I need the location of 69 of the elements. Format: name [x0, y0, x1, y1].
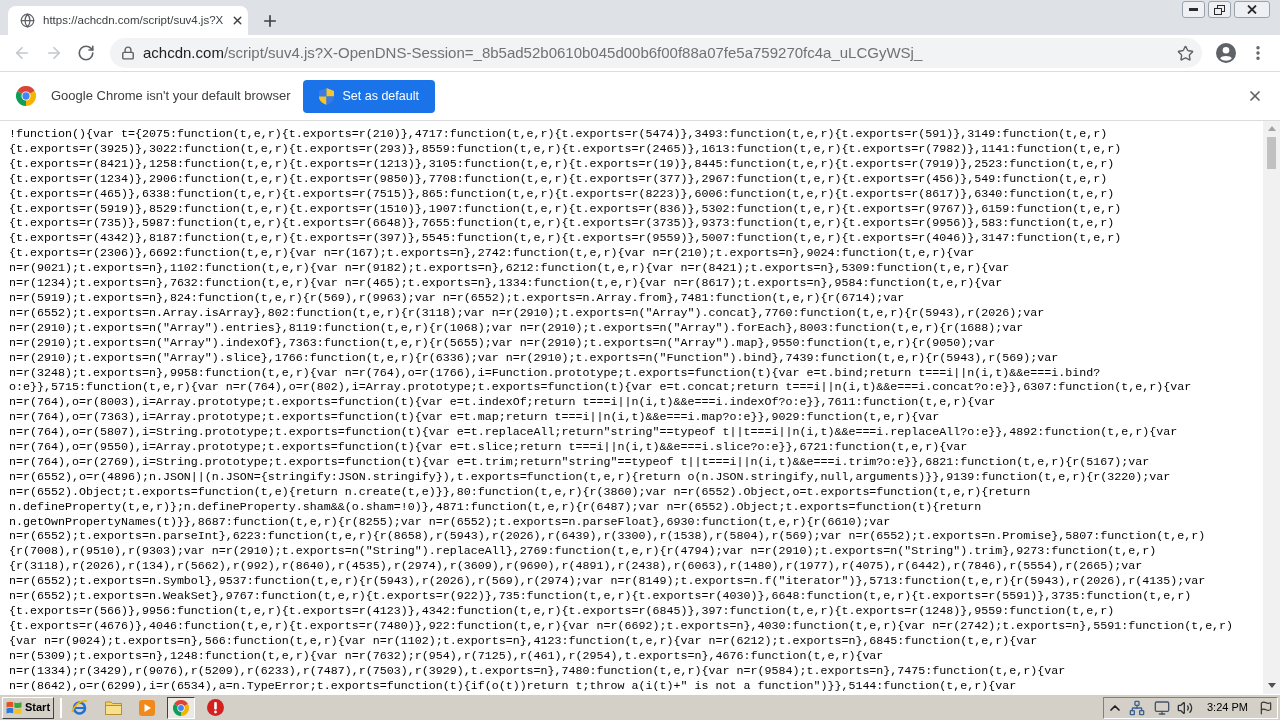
code-line: n=r(6552).Object;t.exports=function(t,e){return n.create(t,e)}},80:function(t,e,r){r(3860);var n=r(6552).Object,o=t.exports=function(t,e,r){return	[9, 484, 1031, 500]
code-line: n=r(5309);t.exports=n},1248:function(t,e,r){var n=r(7632);r(954),r(7125),r(461),r(2954),t.exports=n},4676:function(t,e,r){var	[9, 648, 884, 664]
network-icon[interactable]	[1129, 699, 1145, 716]
code-line: n=r(9021);t.exports=n},1102:function(t,e,r){var n=r(9182);t.exports=n},6212:function(t,e,r){var n=r(8421);t.exports=n},5309:function(t,e,r){var	[9, 261, 1010, 277]
minimize-button[interactable]	[1182, 1, 1205, 18]
code-line: n=r(764),o=r(8003),i=Array.prototype;t.exports=function(t){var e=t.indexOf;return t===i||n(i,t)&&e===i.indexOf?o:e}},7611:function(t,e,r){var	[9, 395, 996, 411]
code-line: {t.exports=r(2306)},6692:function(t,e,r){var n=r(167);t.exports=n},2742:function(t,e,r){var n=r(210);t.exports=n},9024:function(t,e,r){var	[9, 246, 975, 262]
code-line: n=r(6552);t.exports=n.Symbol},9537:function(t,e,r){r(5943),r(2026),r(569),r(2974);var n=r(8149);t.exports=n.f("iterator")},5713:function(t,e,r){r(5943),r(2026),r(4135);var	[9, 574, 1206, 590]
code-line: n.defineProperty(t,e,r)};n.defineProperty.sham&&(o.sham=!0)},4871:function(t,e,r){r(6487);var n=r(6552).Object;t.exports=function(t){return	[9, 499, 982, 515]
restore-button[interactable]	[1208, 1, 1231, 18]
address-bar[interactable]: achcdn.com/script/suv4.js?X-OpenDNS-Session=_8b5ad52b0610b045d00b6f00f88a07fe5a759270fc4a_uLCGyWSj_	[110, 38, 1202, 68]
clock[interactable]: 3:24 PM	[1207, 699, 1248, 716]
code-line: {t.exports=r(735)},5987:function(t,e,r){t.exports=r(6648)},7655:function(t,e,r){t.exports=r(3735)},9373:function(t,e,r){t.exports=r(9956)},583:function(t,e,r)	[9, 216, 1115, 232]
code-line: {t.exports=r(8421)},1258:function(t,e,r){t.exports=r(1213)},3105:function(t,e,r){t.exports=r(19)},8445:function(t,e,r){t.exports=r(7919)},2523:function(t,e,r)	[9, 156, 1115, 172]
browser-e-icon[interactable]	[70, 699, 88, 716]
code-line: n.getOwnPropertyNames(t)}},8687:function(t,e,r){r(8255);var n=r(6552);t.exports=n.parseFloat},6930:function(t,e,r){r(6610);var	[9, 514, 891, 530]
code-line: n=r(2910);t.exports=n("Array").indexOf},7363:function(t,e,r){r(5655);var n=r(2910);t.exports=n("Array").map},9550:function(t,e,r){r(9050);var	[9, 335, 996, 351]
code-line: n=r(764),o=r(5807),i=String.prototype;t.exports=function(t){var e=t.replaceAll;return"string"==typeof t||t===i||n(i,t)&&e===i.replaceAll?o:e}},4892:function(t,e,r){var	[9, 425, 1178, 441]
code-line: {t.exports=r(566)},9956:function(t,e,r){t.exports=r(4123)},4342:function(t,e,r){t.exports=r(6845)},397:function(t,e,r){t.exports=r(1248)},9559:function(t,e,r)	[9, 604, 1115, 619]
code-line: {var n=r(9024);t.exports=n},566:function(t,e,r){var n=r(1102);t.exports=n},4123:function(t,e,r){var n=r(6212);t.exports=n},6845:function(t,e,r){var	[9, 633, 1038, 649]
code-line: {t.exports=r(3925)},3022:function(t,e,r){t.exports=r(293)},8559:function(t,e,r){t.exports=r(2465)},1613:function(t,e,r){t.exports=r(7982)},1141:function(t,e,r)	[9, 141, 1122, 157]
code-line: n=r(764),o=r(2769),i=String.prototype;t.exports=function(t){var e=t.trim;return"string"==typeof t||t===i||n(i,t)&&e===i.trim?o:e}},6821:function(t,e,r){r(5167);var	[9, 454, 1150, 470]
shield-icon	[319, 87, 335, 105]
code-line: n=r(6552),o=r(4896);n.JSON||(n.JSON={stringify:JSON.stringify}),t.exports=function(t,e,r){return o(n.JSON.stringify,null,arguments)}},9139:function(t,e,r){r(3220);var	[9, 469, 1171, 485]
windows-logo-icon	[6, 700, 22, 715]
code-line: {t.exports=r(4342)},8187:function(t,e,r){t.exports=r(397)},5545:function(t,e,r){t.exports=r(9559)},5007:function(t,e,r){t.exports=r(4046)},3147:function(t,e,r)	[9, 231, 1122, 247]
code-line: o:e}},5715:function(t,e,r){var n=r(764),o=r(802),i=Array.prototype;t.exports=function(t){var e=t.concat;return t===i||n(i,t)&&e===i.concat?o:e}},6307:function(t,e,r){var	[9, 380, 1192, 396]
code-line: n=r(764),o=r(9550),i=Array.prototype;t.exports=function(t){var e=t.slice;return t===i||n(i,t)&&e===i.slice?o:e}},6721:function(t,e,r){var	[9, 440, 968, 455]
code-line: n=r(2910);t.exports=n("Array").entries},8119:function(t,e,r){r(1068);var n=r(2910);t.exports=n("Array").forEach},8003:function(t,e,r){r(1688);var	[9, 320, 1024, 336]
restore-icon	[1214, 4, 1225, 15]
star-icon[interactable]	[1177, 44, 1194, 62]
code-line: {t.exports=r(5919)},8529:function(t,e,r){t.exports=r(1510)},1907:function(t,e,r){t.exports=r(836)},5302:function(t,e,r){t.exports=r(9767)},6159:function(t,e,r)	[9, 201, 1122, 217]
globe-icon	[20, 13, 35, 28]
code-line: n=r(6552);t.exports=n.Array.isArray},802:function(t,e,r){r(3118);var n=r(2910);t.exports=n("Array").concat},7760:function(t,e,r){r(5943),r(2026);var	[9, 305, 1045, 321]
flag-icon[interactable]	[1259, 700, 1273, 715]
code-line: {r(7008),r(9510),r(9303);var n=r(2910);t.exports=n("String").replaceAll},2769:function(t,e,r){r(4794);var n=r(2910);t.exports=n("String").trim},9273:function(t,e,r)	[9, 544, 1157, 560]
code-line: n=r(6552);t.exports=n.WeakSet},9767:function(t,e,r){t.exports=r(922)},735:function(t,e,r){t.exports=r(4030)},6648:function(t,e,r){t.exports=r(5591)},3735:function(t,e,r)	[9, 589, 1192, 604]
reload-icon[interactable]	[77, 44, 95, 62]
code-line: {r(3118),r(2026),r(134),r(5662),r(992),r(8640),r(4535),r(2974),r(3609),r(9690),r(4891),r(2438),r(6063),r(1480),r(1977),r(4075),r(6442),r(7846),r(5554),r(2665);var	[9, 559, 1143, 575]
scrollbar-thumb[interactable]	[1267, 137, 1276, 169]
browser-tab[interactable]: https://achcdn.com/script/suv4.js?X	[8, 6, 248, 35]
lock-icon[interactable]	[121, 46, 135, 60]
chrome-logo-icon	[173, 699, 189, 716]
alert-circle-icon[interactable]	[206, 699, 224, 716]
start-button[interactable]: Start	[2, 696, 54, 719]
code-line: n=r(8642),o=r(6299),i=r(6534),a=n.TypeError;t.exports=function(t){if(o(t))return t;throw a(i(t)+" is not a function")}},5144:function(t,e,r){var	[9, 678, 1017, 694]
code-line: n=r(2910);t.exports=n("Array").slice},1766:function(t,e,r){r(6336);var n=r(2910);t.exports=n("Function").bind},7439:function(t,e,r){r(5943),r(569);var	[9, 350, 1059, 366]
chrome-logo-icon	[16, 86, 36, 106]
scroll-down-arrow-icon[interactable]	[1267, 683, 1276, 688]
monitor-icon[interactable]	[1154, 699, 1170, 716]
close-button[interactable]	[1234, 1, 1270, 18]
code-line: n=r(764),o=r(7363),i=Array.prototype;t.exports=function(t){var e=t.map;return t===i||n(i,t)&&e===i.map?o:e}},9029:function(t,e,r){var	[9, 410, 940, 426]
code-line: n=r(3248);t.exports=n},9958:function(t,e,r){var n=r(764),o=r(1766),i=Function.prototype;t.exports=function(t){var e=t.bind;return t===i||n(i,t)&&e===i.bind?	[9, 365, 1101, 381]
minimize-icon	[1189, 8, 1198, 11]
code-line: {t.exports=r(465)},6338:function(t,e,r){t.exports=r(7515)},865:function(t,e,r){t.exports=r(8223)},6006:function(t,e,r){t.exports=r(8617)},6340:function(t,e,r)	[9, 186, 1115, 202]
speaker-icon[interactable]	[1177, 699, 1193, 716]
set-default-button[interactable]: Set as default	[303, 79, 435, 113]
code-line: {t.exports=r(1234)},2906:function(t,e,r){t.exports=r(9850)},7708:function(t,e,r){t.exports=r(377)},2967:function(t,e,r){t.exports=r(456)},549:function(t,e,r)	[9, 171, 1108, 187]
code-line: n=r(1234);t.exports=n},7632:function(t,e,r){var n=r(465);t.exports=n},1334:function(t,e,r){var n=r(8617);t.exports=n},9584:function(t,e,r){var	[9, 276, 1003, 291]
code-line: n=r(5919);t.exports=n},824:function(t,e,r){r(569),r(9963);var n=r(6552);t.exports=n.Array.from},7481:function(t,e,r){r(6714);var	[9, 290, 905, 306]
close-icon[interactable]	[1247, 88, 1263, 104]
code-line: n=r(1334);r(3429),r(9076),r(5209),r(6233),r(7487),r(7503),r(3929),t.exports=n},7480:function(t,e,r){var n=r(9584);t.exports=n},7475:function(t,e,r){var	[9, 663, 1066, 679]
infobar-message: Google Chrome isn't your default browser	[51, 87, 291, 106]
close-icon	[1247, 5, 1257, 14]
avatar-icon[interactable]	[1216, 43, 1236, 63]
taskbar-button[interactable]	[167, 696, 195, 719]
code-line: {t.exports=r(4676)},4046:function(t,e,r){t.exports=r(7480)},922:function(t,e,r){var n=r(6692);t.exports=n},4030:function(t,e,r){var n=r(2742);t.exports=n},5591:function(t,e,r)	[9, 618, 1234, 634]
code-line: !function(){var t={2075:function(t,e,r){t.exports=r(210)},4717:function(t,e,r){t.exports=r(5474)},3493:function(t,e,r){t.exports=r(591)},3149:function(t,e,r)	[9, 127, 1108, 142]
code-line: n=r(6552);t.exports=n.parseInt},6223:function(t,e,r){r(8658),r(5943),r(2026),r(6439),r(3300),r(1538),r(5804),r(569);var n=r(6552);t.exports=n.Promise},5807:function(t,e,r)	[9, 529, 1206, 545]
